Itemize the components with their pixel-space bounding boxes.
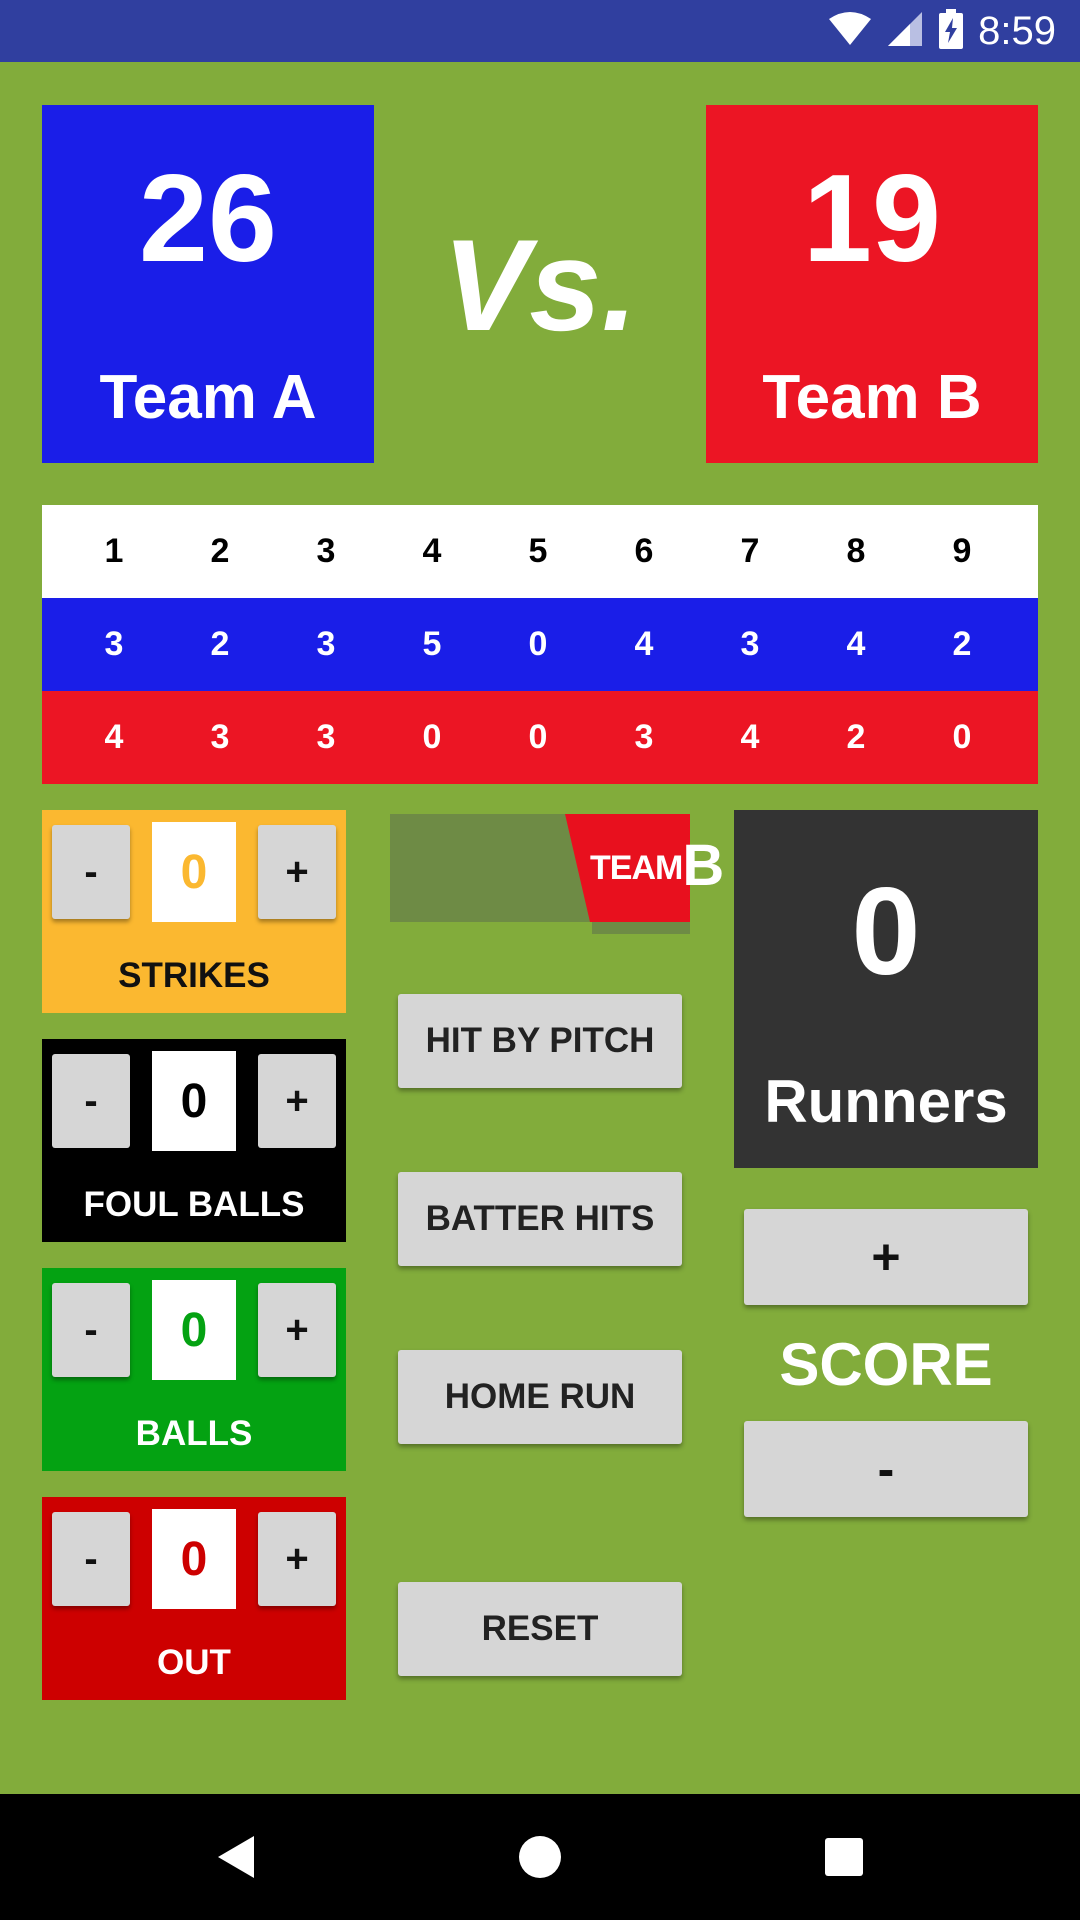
out-counter: - 0 + OUT (42, 1497, 346, 1700)
inning-number: 6 (634, 532, 654, 570)
team-b-innings-row: 4 3 3 0 0 3 4 2 0 (42, 691, 1038, 784)
hit-by-pitch-button[interactable]: HIT BY PITCH (398, 994, 682, 1088)
team-b-score: 19 (803, 150, 941, 288)
innings-header-row: 1 2 3 4 5 6 7 8 9 (42, 505, 1038, 598)
score-plus-button[interactable]: + (744, 1209, 1028, 1305)
inning-runs: 2 (952, 625, 972, 663)
home-run-button[interactable]: HOME RUN (398, 1350, 682, 1444)
inning-runs: 2 (846, 718, 866, 756)
foul-balls-plus-button[interactable]: + (258, 1054, 336, 1148)
inning-runs: 5 (422, 625, 442, 663)
team-a-score: 26 (139, 150, 277, 288)
status-time: 8:59 (978, 8, 1056, 53)
inning-runs: 0 (422, 718, 442, 756)
foul-balls-label: FOUL BALLS (83, 1185, 305, 1224)
team-a-name: Team A (99, 363, 317, 432)
team-b-panel: 19 Team B (706, 105, 1038, 463)
balls-minus-button[interactable]: - (52, 1283, 130, 1377)
out-value: 0 (152, 1509, 236, 1609)
inning-number: 5 (528, 532, 548, 570)
runners-panel: 0 Runners (734, 810, 1038, 1168)
out-minus-button[interactable]: - (52, 1512, 130, 1606)
strikes-counter: - 0 + STRIKES (42, 810, 346, 1013)
navigation-bar (0, 1794, 1080, 1920)
foul-balls-value: 0 (152, 1051, 236, 1151)
inning-number: 3 (316, 532, 336, 570)
inning-runs: 4 (846, 625, 866, 663)
inning-number: 9 (952, 532, 972, 570)
inning-runs: 0 (952, 718, 972, 756)
inning-number: 1 (104, 532, 124, 570)
team-b-name: Team B (762, 363, 982, 432)
inning-number: 4 (422, 532, 442, 570)
strikes-plus-button[interactable]: + (258, 825, 336, 919)
inning-number: 8 (846, 532, 866, 570)
balls-counter: - 0 + BALLS (42, 1268, 346, 1471)
foul-balls-minus-button[interactable]: - (52, 1054, 130, 1148)
status-bar: 8:59 (0, 0, 1080, 62)
inning-number: 7 (740, 532, 760, 570)
runners-label: Runners (764, 1068, 1008, 1135)
balls-label: BALLS (135, 1414, 253, 1453)
team-a-innings-row: 3 2 3 5 0 4 3 4 2 (42, 598, 1038, 691)
inning-runs: 0 (528, 625, 548, 663)
home-icon[interactable] (480, 1794, 600, 1920)
inning-runs: 2 (210, 625, 230, 663)
score-minus-button[interactable]: - (744, 1421, 1028, 1517)
inning-runs: 3 (104, 625, 124, 663)
inning-runs: 0 (528, 718, 548, 756)
balls-value: 0 (152, 1280, 236, 1380)
out-plus-button[interactable]: + (258, 1512, 336, 1606)
batter-hits-button[interactable]: BATTER HITS (398, 1172, 682, 1266)
battery-charging-icon (938, 8, 964, 54)
inning-runs: 3 (210, 718, 230, 756)
team-badge-word: TEAM (590, 849, 683, 887)
signal-icon (886, 10, 924, 53)
wifi-icon (828, 11, 872, 52)
inning-runs: 4 (104, 718, 124, 756)
strikes-value: 0 (152, 822, 236, 922)
team-a-panel: 26 Team A (42, 105, 374, 463)
reset-button[interactable]: RESET (398, 1582, 682, 1676)
recents-icon[interactable] (784, 1794, 904, 1920)
inning-runs: 3 (634, 718, 654, 756)
runners-value: 0 (851, 863, 921, 1001)
back-icon[interactable] (176, 1794, 296, 1920)
versus-label: Vs. (442, 212, 638, 358)
out-label: OUT (157, 1643, 231, 1682)
strikes-label: STRIKES (118, 956, 270, 995)
inning-number: 2 (210, 532, 230, 570)
inning-runs: 4 (634, 625, 654, 663)
inning-runs: 3 (316, 718, 336, 756)
balls-plus-button[interactable]: + (258, 1283, 336, 1377)
toggle-shadow (592, 922, 690, 934)
inning-runs: 3 (316, 625, 336, 663)
score-label: SCORE (779, 1331, 993, 1398)
strikes-minus-button[interactable]: - (52, 825, 130, 919)
status-icons: 8:59 (828, 0, 1056, 62)
foul-balls-counter: - 0 + FOUL BALLS (42, 1039, 346, 1242)
inning-runs: 4 (740, 718, 760, 756)
team-b-badge-text: TEAMB (590, 832, 724, 899)
innings-scoreboard: 1 2 3 4 5 6 7 8 9 3 2 3 5 0 4 3 4 2 4 3 … (42, 505, 1038, 784)
team-badge-letter: B (682, 833, 724, 898)
team-b-toggle[interactable]: TEAMB (390, 814, 724, 936)
inning-runs: 3 (740, 625, 760, 663)
